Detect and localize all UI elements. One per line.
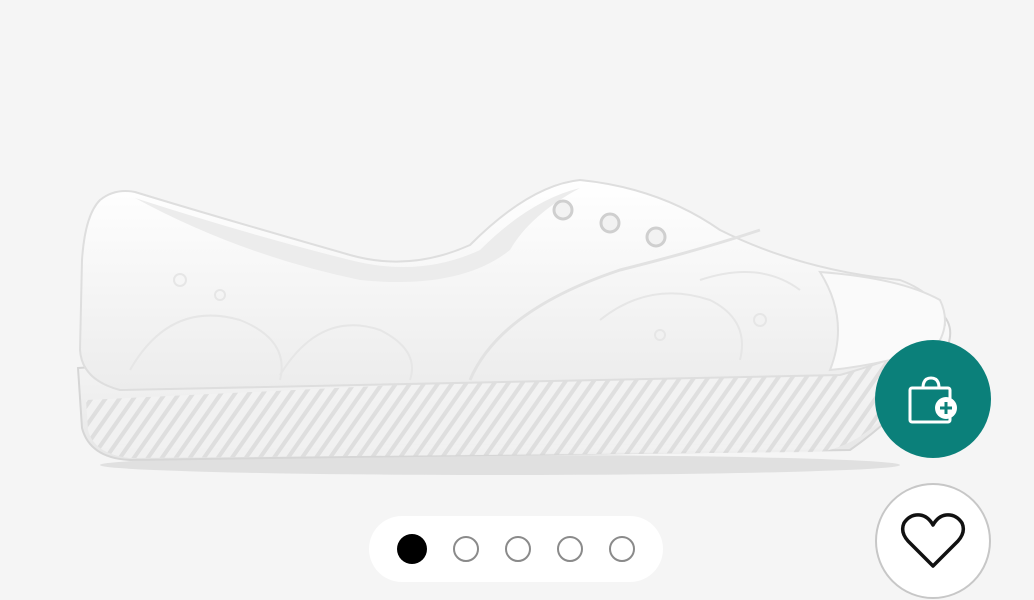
product-gallery bbox=[0, 0, 1034, 600]
pager-dot-3[interactable] bbox=[505, 536, 531, 562]
image-pager bbox=[369, 516, 663, 582]
pager-dot-1[interactable] bbox=[397, 534, 427, 564]
pager-dot-4[interactable] bbox=[557, 536, 583, 562]
pager-dot-2[interactable] bbox=[453, 536, 479, 562]
heart-outline-icon bbox=[900, 513, 966, 568]
product-image[interactable] bbox=[60, 160, 960, 490]
pager-dot-5[interactable] bbox=[609, 536, 635, 562]
shopping-bag-plus-icon bbox=[908, 376, 957, 424]
add-to-bag-button[interactable] bbox=[875, 340, 991, 458]
favorite-button[interactable] bbox=[875, 483, 991, 599]
